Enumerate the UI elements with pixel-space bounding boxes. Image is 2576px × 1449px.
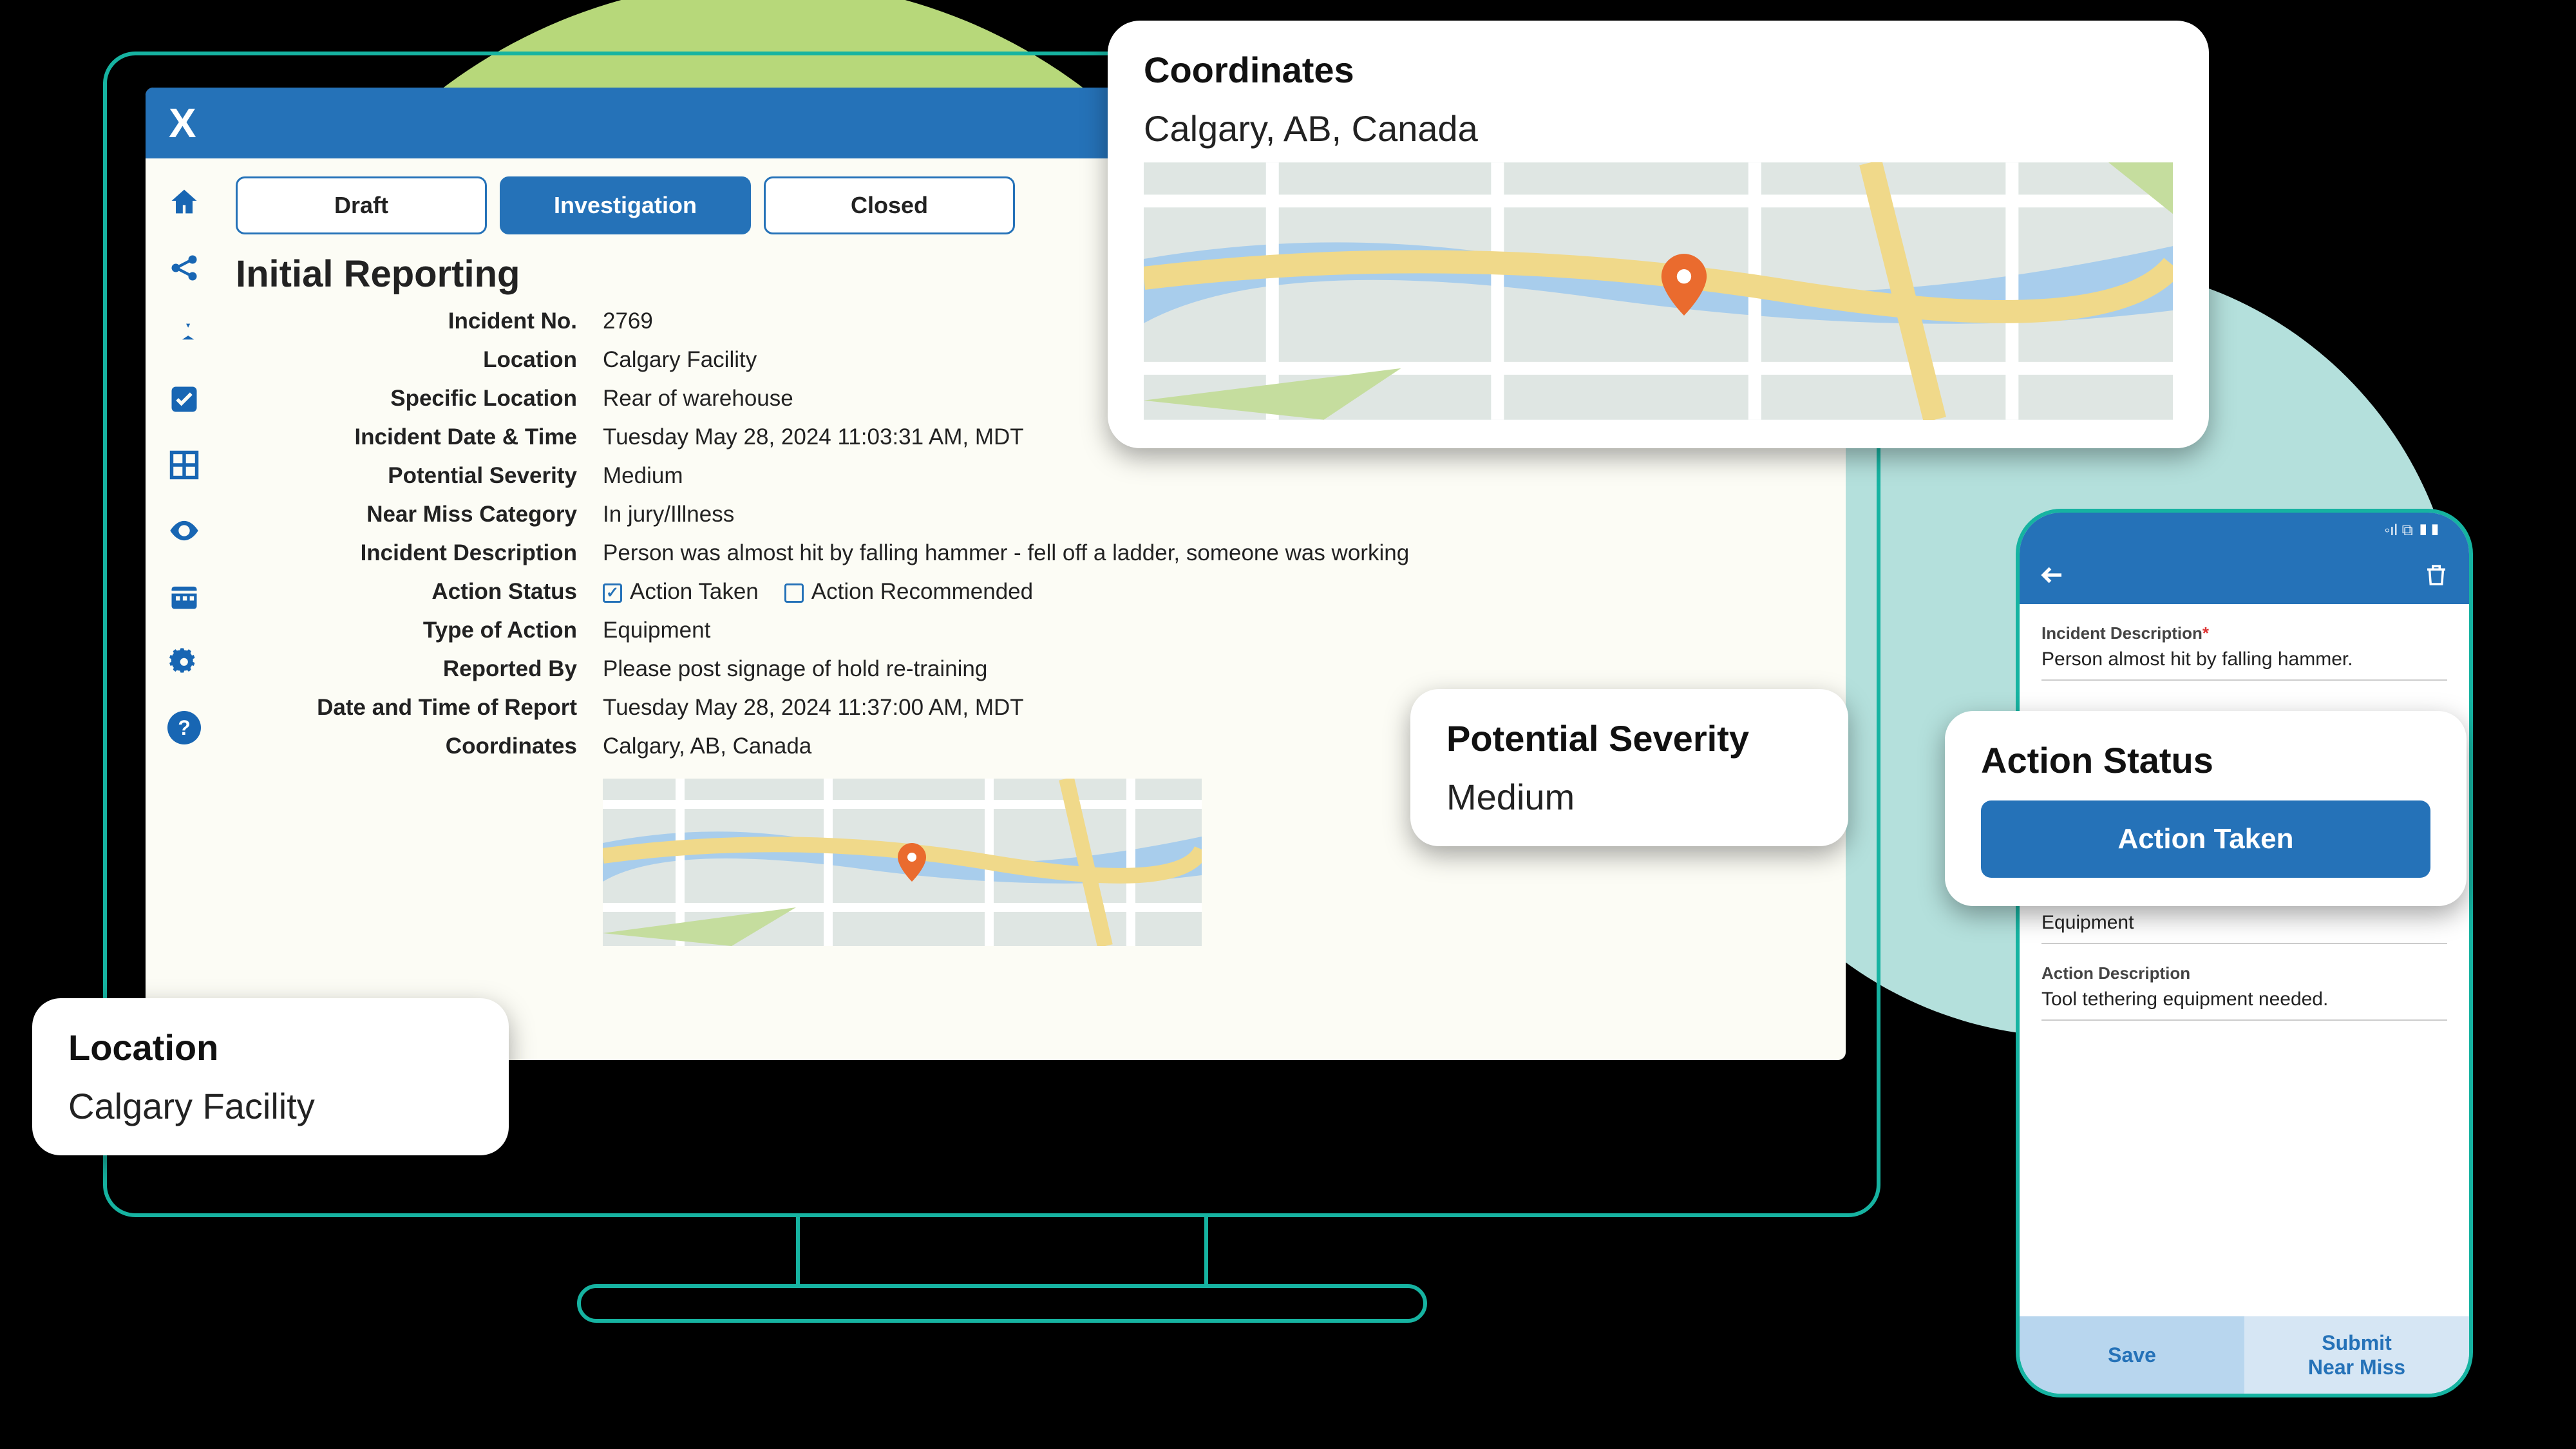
label-type-of-action: Type of Action — [236, 618, 577, 643]
phone-action-bar: Save Submit Near Miss — [2020, 1316, 2469, 1394]
popup-action-status: Action Status Action Taken — [1945, 711, 2467, 906]
phone-submit-button[interactable]: Submit Near Miss — [2244, 1316, 2469, 1394]
share-icon[interactable] — [167, 251, 201, 285]
phone-field-description: Incident Description* Person almost hit … — [2041, 623, 2447, 681]
value-category: In jury/Illness — [603, 502, 1807, 527]
grid-icon[interactable] — [167, 448, 201, 482]
popup-action-status-title: Action Status — [1981, 739, 2430, 781]
value-severity: Medium — [603, 463, 1807, 489]
home-icon[interactable] — [167, 185, 201, 219]
phone-frame: ◦ıl ⧉ ▮▮ Incident Description* Person al… — [2016, 509, 2473, 1397]
phone-label-action-desc: Action Description — [2041, 963, 2447, 983]
value-type-of-action: Equipment — [603, 618, 1807, 643]
label-incident-no: Incident No. — [236, 308, 577, 334]
label-reported-by: Reported By — [236, 656, 577, 682]
tab-investigation[interactable]: Investigation — [500, 176, 751, 234]
popup-coordinates-value: Calgary, AB, Canada — [1144, 108, 2173, 149]
gear-icon[interactable] — [167, 645, 201, 679]
popup-location-value: Calgary Facility — [68, 1085, 473, 1127]
phone-value-description[interactable]: Person almost hit by falling hammer. — [2041, 649, 2447, 681]
label-category: Near Miss Category — [236, 502, 577, 527]
popup-location-title: Location — [68, 1027, 473, 1068]
value-action-status: Action Taken Action Recommended — [603, 579, 1807, 605]
phone-header — [2020, 549, 2469, 604]
value-description: Person was almost hit by falling hammer … — [603, 540, 1807, 566]
value-reported-by: Please post signage of hold re-training — [603, 656, 1807, 682]
checkbox-action-recommended[interactable] — [784, 583, 804, 603]
phone-field-action-desc: Action Description Tool tethering equipm… — [2041, 963, 2447, 1021]
calendar-icon[interactable] — [167, 580, 201, 613]
label-description: Incident Description — [236, 540, 577, 566]
sidebar: ? — [146, 158, 223, 1060]
popup-severity-value: Medium — [1446, 776, 1812, 818]
app-logo: X — [169, 99, 194, 147]
tab-closed[interactable]: Closed — [764, 176, 1015, 234]
label-datetime: Incident Date & Time — [236, 424, 577, 450]
label-location: Location — [236, 347, 577, 373]
phone-status-icons: ◦ıl ⧉ ▮▮ — [2384, 522, 2441, 540]
back-icon[interactable] — [2039, 562, 2066, 592]
phone-value-action-desc[interactable]: Tool tethering equipment needed. — [2041, 989, 2447, 1021]
checkbox-icon[interactable] — [167, 383, 201, 416]
label-action-recommended: Action Recommended — [811, 579, 1033, 604]
phone-status-bar: ◦ıl ⧉ ▮▮ — [2020, 513, 2469, 549]
phone-value-type[interactable]: Equipment — [2041, 912, 2447, 944]
checkbox-action-taken[interactable] — [603, 583, 622, 603]
label-action-taken: Action Taken — [630, 579, 759, 604]
eye-icon[interactable] — [167, 514, 201, 547]
label-severity: Potential Severity — [236, 463, 577, 489]
popup-coordinates: Coordinates Calgary, AB, Canada — [1108, 21, 2209, 448]
label-report-datetime: Date and Time of Report — [236, 695, 577, 721]
label-action-status: Action Status — [236, 579, 577, 605]
popup-severity-title: Potential Severity — [1446, 717, 1812, 759]
tab-draft[interactable]: Draft — [236, 176, 487, 234]
pin-icon[interactable] — [167, 317, 201, 350]
phone-save-button[interactable]: Save — [2020, 1316, 2244, 1394]
label-coordinates: Coordinates — [236, 734, 577, 759]
trash-icon[interactable] — [2423, 562, 2450, 592]
help-icon[interactable]: ? — [167, 711, 201, 744]
map-large[interactable] — [1144, 162, 2173, 420]
phone-label-description: Incident Description — [2041, 623, 2202, 643]
action-taken-button[interactable]: Action Taken — [1981, 800, 2430, 878]
map-thumbnail[interactable] — [603, 779, 1202, 946]
label-specific-location: Specific Location — [236, 386, 577, 412]
popup-location: Location Calgary Facility — [32, 998, 509, 1155]
popup-severity: Potential Severity Medium — [1410, 689, 1848, 846]
popup-coordinates-title: Coordinates — [1144, 49, 2173, 91]
